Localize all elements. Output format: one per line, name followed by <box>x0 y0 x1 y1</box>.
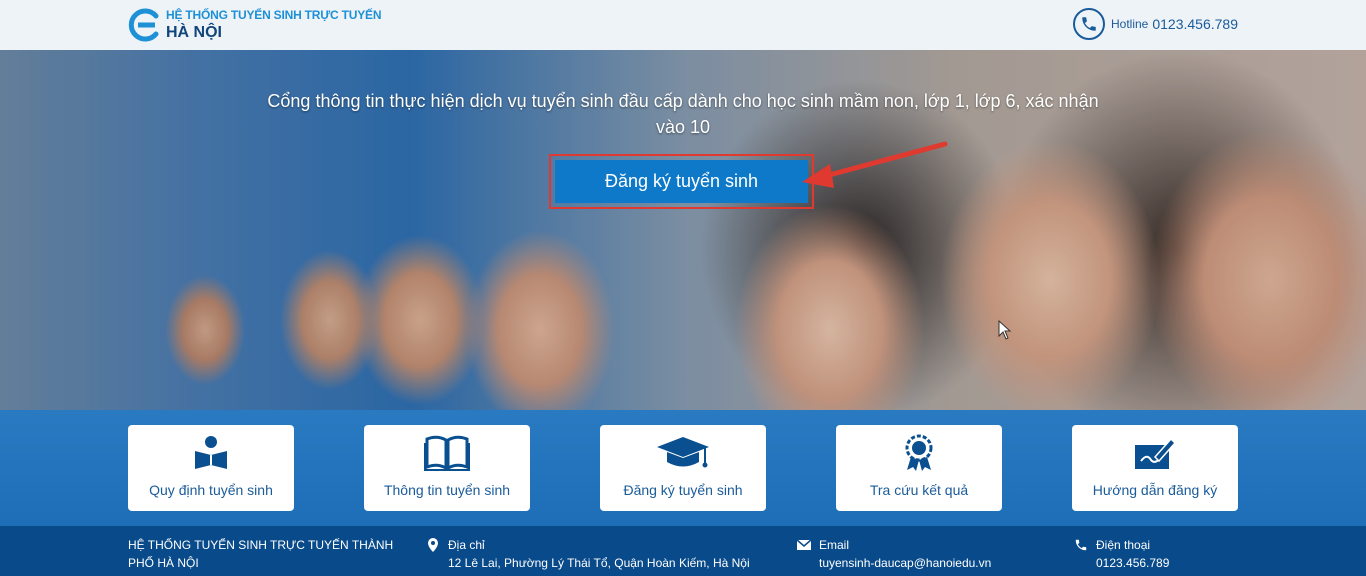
phone-icon <box>1073 8 1105 40</box>
card-quy-dinh[interactable]: Quy định tuyển sinh <box>128 425 294 511</box>
site-footer: HỆ THỐNG TUYỂN SINH TRỰC TUYẾN THÀNH PHỐ… <box>0 526 1366 576</box>
site-logo[interactable]: HỆ THỐNG TUYỂN SINH TRỰC TUYẾN HÀ NỘI <box>126 8 386 44</box>
logo-subtitle: HÀ NỘI <box>166 24 222 41</box>
hotline-number: 0123.456.789 <box>1152 16 1238 32</box>
card-thong-tin[interactable]: Thông tin tuyển sinh <box>364 425 530 511</box>
site-header: HỆ THỐNG TUYỂN SINH TRỰC TUYẾN HÀ NỘI Ho… <box>0 0 1366 50</box>
quick-links-band: Quy định tuyển sinh Thông tin tuyển sinh… <box>0 410 1366 526</box>
phone-value[interactable]: 0123.456.789 <box>1096 554 1169 572</box>
open-book-icon <box>424 434 470 472</box>
envelope-icon <box>797 539 811 550</box>
phone-title: Điện thoại <box>1096 538 1151 552</box>
pen-sign-icon <box>1133 434 1177 472</box>
footer-org-name: HỆ THỐNG TUYỂN SINH TRỰC TUYẾN THÀNH PHỐ… <box>128 538 394 570</box>
phone-icon <box>1075 539 1087 551</box>
card-dang-ky[interactable]: Đăng ký tuyển sinh <box>600 425 766 511</box>
card-tra-cuu[interactable]: Tra cứu kết quả <box>836 425 1002 511</box>
email-value[interactable]: tuyensinh-daucap@hanoiedu.vn <box>819 554 991 572</box>
card-label: Hướng dẫn đăng ký <box>1092 482 1218 498</box>
logo-mark-icon <box>128 8 159 42</box>
address-title: Địa chỉ <box>448 538 485 552</box>
card-label: Thông tin tuyển sinh <box>383 482 511 498</box>
footer-phone: Điện thoại 0123.456.789 <box>1075 536 1169 572</box>
award-badge-icon <box>901 434 937 472</box>
footer-address: Địa chỉ 12 Lê Lai, Phường Lý Thái Tổ, Qu… <box>428 536 750 572</box>
reader-book-icon <box>192 434 230 472</box>
pointer-arrow-icon <box>802 141 948 188</box>
card-label: Quy định tuyển sinh <box>149 482 273 498</box>
hotline-label: Hotline <box>1111 17 1149 31</box>
card-label: Đăng ký tuyển sinh <box>623 482 743 498</box>
footer-email: Email tuyensinh-daucap@hanoiedu.vn <box>797 536 991 572</box>
card-label: Tra cứu kết quả <box>869 482 969 498</box>
hero-headline: Cổng thông tin thực hiện dịch vụ tuyển s… <box>267 91 1099 137</box>
email-title: Email <box>819 538 850 552</box>
card-huong-dan[interactable]: Hướng dẫn đăng ký <box>1072 425 1238 511</box>
map-pin-icon <box>428 538 438 552</box>
logo-title: HỆ THỐNG TUYỂN SINH TRỰC TUYẾN <box>166 8 382 22</box>
address-value: 12 Lê Lai, Phường Lý Thái Tổ, Quận Hoàn … <box>448 556 750 570</box>
mouse-cursor-icon <box>998 320 1012 340</box>
graduation-cap-icon <box>655 434 711 472</box>
hero-banner: Cổng thông tin thực hiện dịch vụ tuyển s… <box>0 50 1366 410</box>
register-admission-button[interactable]: Đăng ký tuyển sinh <box>555 160 808 203</box>
hotline[interactable]: Hotline 0123.456.789 <box>1073 8 1238 40</box>
